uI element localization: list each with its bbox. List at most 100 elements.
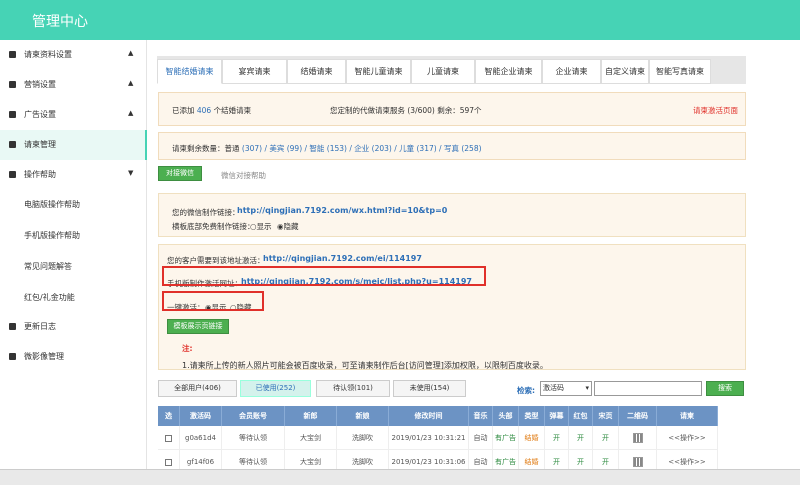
footer-radio-show[interactable]: ○显示 [250,221,272,232]
sidebar-item-label: 手机版操作帮助 [24,231,80,240]
table-cell: 大宝剑 [285,426,337,450]
table-header-cell: 类型 [519,406,545,426]
tab-smart-children[interactable]: 智能儿童请柬 [346,59,411,84]
sidebar-item-label: 更新日志 [24,322,56,331]
main-content: 智能结婚请柬 宴宾请柬 结婚请柬 智能儿童请柬 儿童请柬 智能企业请柬 企业请柬… [157,40,800,485]
sidebar: 请柬资料设置 ▲ 营销设置 ▲ 广告设置 ▲ 请柬管理 操作帮助 ▼ 电脑版操作帮助 手… [0,40,147,485]
sidebar-item-invitation-settings[interactable]: 请柬资料设置 ▲ [0,40,147,70]
wrench-icon [9,51,16,58]
qr-code-icon[interactable] [619,426,657,450]
sidebar-item-redpacket[interactable]: 红包/礼金功能 [0,283,147,313]
summary-box: 已添加 406 个结婚请柬 您定制的代做请柬服务 (3/600) 剩余：597个… [158,92,746,126]
template-link-button[interactable]: 模板展示页链接 [167,319,229,334]
sidebar-item-label: 操作帮助 [24,170,56,179]
table-cell: 2019/01/23 10:31:21 [389,426,469,450]
sidebar-item-label: 常见问题解答 [24,262,72,271]
sidebar-item-label: 微影像管理 [24,352,64,361]
sidebar-item-label: 电脑版操作帮助 [24,200,80,209]
search-type-select[interactable]: 激活码 ▾ [540,381,592,396]
table-cell: 开 [569,426,593,450]
table-header-cell: 红包 [569,406,593,426]
sidebar-item-pc-help[interactable]: 电脑版操作帮助 [0,190,147,220]
activation-page-link[interactable]: 请柬激活页面 [693,105,738,116]
video-icon [9,353,16,360]
search-input[interactable] [594,381,702,396]
table-header-cell: 宋页 [593,406,619,426]
help-icon [9,171,16,178]
table-header-cell: 音乐 [469,406,493,426]
chevron-up-icon: ▲ [128,109,134,117]
sidebar-item-ads[interactable]: 广告设置 ▲ [0,100,147,130]
chevron-down-icon: ▼ [128,169,134,177]
table-header-cell: 弹幕 [545,406,569,426]
wechat-link-url[interactable]: http://qingjian.7192.com/wx.html?id=10&t… [237,206,447,215]
service-info: 您定制的代做请柬服务 (3/600) 剩余：597个 [330,106,482,115]
app-header: 管理中心 [0,0,800,40]
app-title: 管理中心 [32,14,88,30]
tab-children[interactable]: 儿童请柬 [411,59,475,84]
sidebar-item-help[interactable]: 操作帮助 ▼ [0,160,147,190]
table-cell: g0a61d4 [180,426,222,450]
tab-enterprise[interactable]: 企业请柬 [542,59,601,84]
table-header-cell: 修改时间 [389,406,469,426]
table-cell: 有广告 [493,426,519,450]
table-header-cell: 头部 [493,406,519,426]
tab-smart-enterprise[interactable]: 智能企业请柬 [475,59,542,84]
sidebar-item-invitation-management[interactable]: 请柬管理 [0,130,147,160]
taskbar [0,469,800,485]
table-cell: 自动 [469,426,493,450]
filter-tab-used[interactable]: 已使用(252) [240,380,311,397]
added-info: 已添加 406 个结婚请柬 [172,106,252,115]
sidebar-item-label: 营销设置 [24,80,56,89]
sidebar-item-marketing[interactable]: 营销设置 ▲ [0,70,147,100]
activation-url[interactable]: http://qingjian.7192.com/ei/114197 [263,254,422,263]
table-header-cell: 二维码 [619,406,657,426]
tab-custom[interactable]: 自定义请柬 [601,59,649,84]
chevron-up-icon: ▲ [128,49,134,57]
sidebar-item-faq[interactable]: 常见问题解答 [0,252,147,282]
table-cell: 开 [545,426,569,450]
table-header-cell: 新郎 [285,406,337,426]
table-header-cell: 激活码 [180,406,222,426]
sidebar-item-changelog[interactable]: 更新日志 [0,312,147,342]
table-cell: 等待认领 [222,426,285,450]
highlight-box-one-key [162,291,264,311]
table-cell: 洗脚吹 [337,426,389,450]
tab-smart-wedding[interactable]: 智能结婚请柬 [157,59,222,84]
activation-label: 您的客户需要到该地址激活： [167,256,265,265]
note-text: 1.请柬所上传的新人照片可能会被百度收录，可至请柬制作后台[访问管理]添加权限，… [182,361,548,370]
row-checkbox[interactable] [158,426,180,450]
table-header-cell: 新娘 [337,406,389,426]
wechat-link-label: 您的微信制作链接： [172,208,240,217]
tab-wechat-help[interactable]: 微信对接帮助 [221,170,266,181]
filter-tab-pending[interactable]: 待认领(101) [316,380,390,397]
search-button[interactable]: 搜索 [706,381,744,396]
filter-tab-unused[interactable]: 未使用(154) [393,380,466,397]
footer-radio-hide[interactable]: ◉隐藏 [277,221,299,232]
filter-tab-all[interactable]: 全部用户(406) [158,380,237,397]
table-header-cell: 请柬 [657,406,718,426]
sidebar-item-label: 请柬资料设置 [24,50,72,59]
footer-link-label: 横板底部免费制作链接： [172,222,255,231]
sidebar-item-label: 广告设置 [24,110,56,119]
invitation-tabs: 智能结婚请柬 宴宾请柬 结婚请柬 智能儿童请柬 儿童请柬 智能企业请柬 企业请柬… [157,56,746,84]
sidebar-item-micro-video[interactable]: 微影像管理 [0,342,147,372]
row-action-link[interactable]: <<操作>> [657,426,718,450]
list-icon [9,141,16,148]
table-header-cell: 选 [158,406,180,426]
sidebar-item-mobile-help[interactable]: 手机版操作帮助 [0,221,147,251]
sidebar-item-label: 红包/礼金功能 [24,293,75,302]
tab-wechat-connect[interactable]: 对接微信 [158,166,202,181]
bell-icon [9,81,16,88]
table-header-cell: 会员账号 [222,406,285,426]
table-cell: 结婚 [519,426,545,450]
tab-wedding[interactable]: 结婚请柬 [287,59,346,84]
tab-smart-portrait[interactable]: 智能写真请柬 [649,59,711,84]
table-cell: 开 [593,426,619,450]
tab-banquet[interactable]: 宴宾请柬 [222,59,287,84]
chevron-up-icon: ▲ [128,79,134,87]
search-label: 检索: [517,386,535,395]
sidebar-item-label: 请柬管理 [24,140,56,149]
highlight-box-mobile-url [162,266,486,286]
note-title: 注: [182,344,193,353]
